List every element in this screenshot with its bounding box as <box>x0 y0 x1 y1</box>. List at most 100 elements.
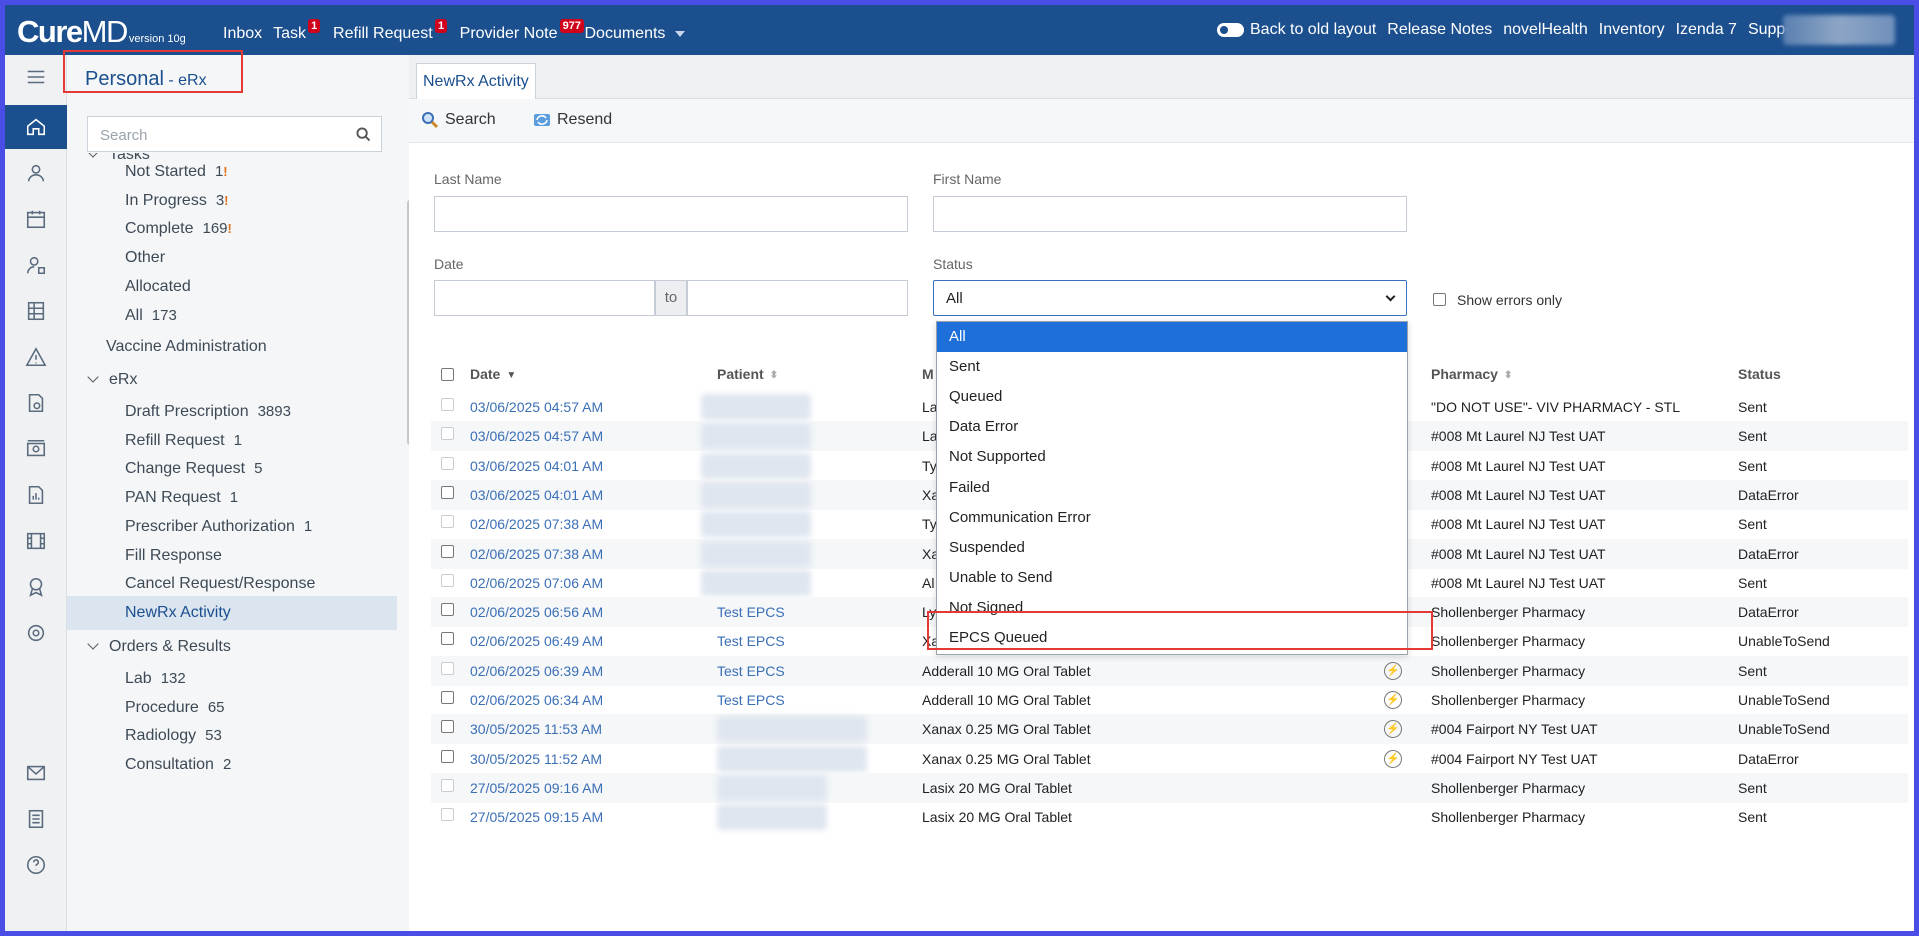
tree-item-task[interactable]: All 173 <box>125 307 177 325</box>
menu-icon[interactable] <box>5 55 67 99</box>
tree-item-erx[interactable]: Refill Request 1 <box>125 432 242 450</box>
topnav-task[interactable]: Task 1 <box>273 19 322 43</box>
search-icon[interactable] <box>356 127 371 142</box>
column-status[interactable]: Status <box>1738 366 1781 382</box>
date-link[interactable]: 02/06/2025 07:38 AM <box>470 546 603 562</box>
row-checkbox[interactable] <box>441 603 454 617</box>
row-checkbox[interactable] <box>441 515 454 529</box>
column-medication[interactable]: M <box>922 366 934 382</box>
table-row[interactable]: 27/05/2025 09:15 AM Lasix 20 MG Oral Tabl… <box>431 802 1908 832</box>
document-settings-icon[interactable] <box>5 381 67 425</box>
tree-item-erx[interactable]: PAN Request 1 <box>125 489 238 507</box>
row-checkbox[interactable] <box>441 544 454 558</box>
date-link[interactable]: 02/06/2025 07:06 AM <box>470 575 603 591</box>
date-link[interactable]: 02/06/2025 06:56 AM <box>470 604 603 620</box>
chevron-icon[interactable] <box>87 153 99 158</box>
novelhealth-link[interactable]: novelHealth <box>1503 21 1588 39</box>
chevron-down-icon[interactable] <box>675 30 686 37</box>
show-errors-checkbox[interactable] <box>1433 293 1446 306</box>
chevron-icon[interactable] <box>87 371 99 383</box>
patient-link[interactable]: Test EPCS <box>717 604 785 620</box>
date-link[interactable]: 27/05/2025 09:15 AM <box>470 809 603 825</box>
column-date[interactable]: Date ▼ <box>470 366 516 382</box>
billing-icon[interactable] <box>5 289 67 333</box>
payments-icon[interactable] <box>5 427 67 471</box>
home-icon[interactable] <box>5 105 67 149</box>
tree-item-orders[interactable]: Radiology 53 <box>125 727 222 745</box>
media-icon[interactable] <box>5 519 67 563</box>
table-row[interactable]: 27/05/2025 09:16 AM Lasix 20 MG Oral Tabl… <box>431 772 1908 803</box>
tree-item-orders[interactable]: Lab 132 <box>125 670 186 688</box>
chevron-icon[interactable] <box>87 638 99 650</box>
row-checkbox[interactable] <box>441 456 454 470</box>
table-row[interactable]: 02/06/2025 06:34 AM Test EPCS Adderall 10 … <box>431 685 1908 715</box>
tree-item-orders[interactable]: Consultation 2 <box>125 756 231 774</box>
tree-item-erx[interactable]: Prescriber Authorization 1 <box>125 518 312 536</box>
row-checkbox[interactable] <box>441 749 454 763</box>
status-option[interactable]: All <box>937 322 1407 352</box>
date-link[interactable]: 03/06/2025 04:57 AM <box>470 399 603 415</box>
status-select[interactable]: All <box>933 280 1407 316</box>
row-checkbox[interactable] <box>441 720 454 734</box>
column-pharmacy[interactable]: Pharmacy ⬍ <box>1431 366 1512 382</box>
tree-group-orders[interactable]: Orders & Results <box>87 638 231 656</box>
alert-icon[interactable] <box>5 335 67 379</box>
status-option[interactable]: Queued <box>937 382 1407 412</box>
date-link[interactable]: 03/06/2025 04:01 AM <box>470 458 603 474</box>
row-checkbox[interactable] <box>441 485 454 499</box>
tree-item-erx[interactable]: NewRx Activity <box>125 604 231 622</box>
tree-item-task[interactable]: Complete 169! <box>125 220 232 238</box>
calendar-icon[interactable] <box>5 197 67 241</box>
date-from-input[interactable] <box>434 280 655 316</box>
patient-link[interactable]: Test EPCS <box>717 663 785 679</box>
column-patient[interactable]: Patient ⬍ <box>717 366 778 382</box>
select-all-checkbox[interactable] <box>441 368 454 381</box>
patient-link[interactable]: Test EPCS <box>717 692 785 708</box>
tree-item-task[interactable]: Not Started 1! <box>125 163 228 181</box>
row-checkbox[interactable] <box>441 427 454 441</box>
status-option[interactable]: Sent <box>937 352 1407 382</box>
provider-icon[interactable] <box>5 243 67 287</box>
table-row[interactable]: 30/05/2025 11:53 AM Xanax 0.25 MG Oral Ta… <box>431 714 1908 745</box>
search-button[interactable]: Search <box>421 111 496 129</box>
tree-item-erx[interactable]: Draft Prescription 3893 <box>125 403 291 421</box>
status-option[interactable]: Data Error <box>937 412 1407 442</box>
tree-item-vaccine[interactable]: Vaccine Administration <box>106 338 267 356</box>
date-to-input[interactable] <box>687 280 908 316</box>
status-option[interactable]: Suspended <box>937 533 1407 563</box>
tree-item-task[interactable]: In Progress 3! <box>125 192 229 210</box>
award-icon[interactable] <box>5 565 67 609</box>
row-checkbox[interactable] <box>441 808 454 822</box>
patient-icon[interactable] <box>5 151 67 195</box>
status-option[interactable]: Unable to Send <box>937 563 1407 593</box>
tab-newrx-activity[interactable]: NewRx Activity <box>416 63 536 99</box>
izenda-link[interactable]: Izenda 7 <box>1676 21 1737 39</box>
status-option[interactable]: Failed <box>937 473 1407 503</box>
row-checkbox[interactable] <box>441 661 454 675</box>
tree-item-orders[interactable]: Procedure 65 <box>125 699 225 717</box>
curemd-logo[interactable]: CureMD version 10g <box>17 14 186 50</box>
date-link[interactable]: 30/05/2025 11:52 AM <box>470 751 602 767</box>
row-checkbox[interactable] <box>441 632 454 646</box>
topnav-inbox[interactable]: Inbox <box>223 25 262 43</box>
notes-icon[interactable] <box>5 797 67 841</box>
panel-search-input[interactable]: Search <box>87 116 382 152</box>
inventory-link[interactable]: Inventory <box>1599 21 1665 39</box>
release-notes-link[interactable]: Release Notes <box>1387 21 1492 39</box>
row-checkbox[interactable] <box>441 398 454 411</box>
status-option[interactable]: Communication Error <box>937 503 1407 533</box>
date-link[interactable]: 02/06/2025 06:34 AM <box>470 692 603 708</box>
patient-link[interactable]: Test EPCS <box>717 633 785 649</box>
settings-gear-icon[interactable] <box>5 611 67 655</box>
toggle-icon[interactable] <box>1217 22 1244 37</box>
date-link[interactable]: 03/06/2025 04:01 AM <box>470 487 603 503</box>
tree-item-erx[interactable]: Fill Response <box>125 547 222 565</box>
topnav-documents[interactable]: Documents <box>584 25 686 43</box>
last-name-input[interactable] <box>434 196 908 232</box>
date-link[interactable]: 02/06/2025 06:49 AM <box>470 633 603 649</box>
tree-item-erx[interactable]: Cancel Request/Response <box>125 575 315 593</box>
date-link[interactable]: 02/06/2025 06:39 AM <box>470 663 603 679</box>
topnav-provider-note[interactable]: Provider Note 977 <box>460 19 585 43</box>
help-icon[interactable] <box>5 843 67 887</box>
date-link[interactable]: 03/06/2025 04:57 AM <box>470 428 603 444</box>
